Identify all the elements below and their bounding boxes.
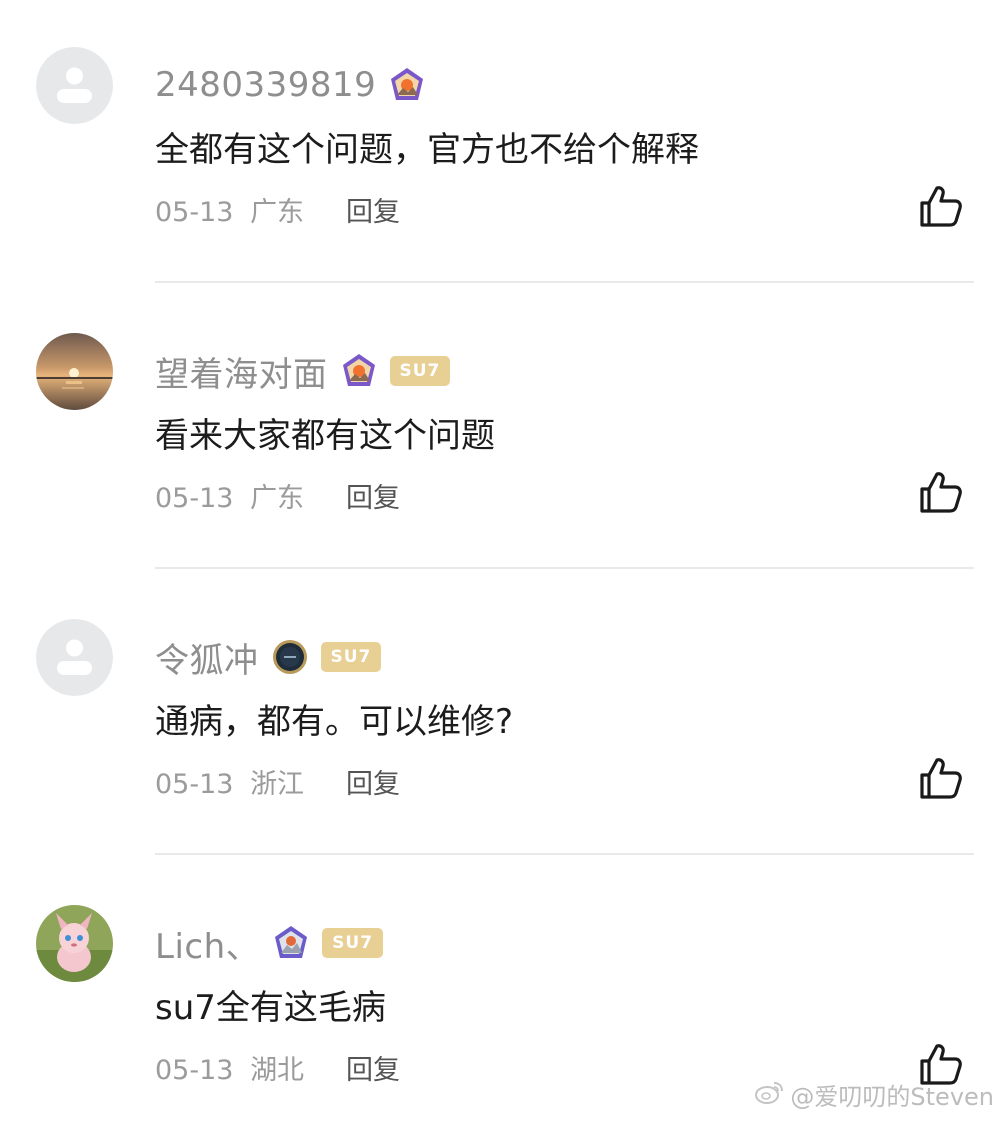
- comment-text: 全都有这个问题，官方也不给个解释: [155, 130, 699, 170]
- reply-button[interactable]: 回复: [346, 190, 400, 229]
- divider: [155, 567, 974, 569]
- su7-tag: SU7: [320, 642, 382, 672]
- comment-text: 看来大家都有这个问题: [155, 416, 495, 456]
- reply-button[interactable]: 回复: [346, 1048, 400, 1087]
- user-row: Lich、 SU7: [155, 919, 384, 968]
- comment-region: 广东: [250, 197, 305, 228]
- medal-icon[interactable]: [271, 638, 309, 676]
- comment-text: 通病，都有。可以维修?: [155, 702, 514, 742]
- reply-button[interactable]: 回复: [346, 762, 400, 801]
- comment-item: 令狐冲 SU7 通病，都有。可以维修? 05-13 浙江 回复: [0, 572, 1004, 858]
- user-row: 令狐冲 SU7: [155, 633, 382, 682]
- medal-icon[interactable]: [340, 352, 378, 390]
- su7-tag: SU7: [322, 928, 384, 958]
- comment-region: 浙江: [250, 769, 305, 800]
- comment-region: 湖北: [250, 1055, 305, 1086]
- comment-meta: 05-13 浙江: [155, 762, 304, 801]
- avatar[interactable]: [36, 619, 113, 696]
- divider: [155, 281, 974, 283]
- username[interactable]: 令狐冲: [155, 633, 259, 682]
- comment-text: su7全有这毛病: [155, 988, 386, 1028]
- comment-meta: 05-13 广东: [155, 476, 304, 515]
- like-thumb-icon[interactable]: [918, 755, 964, 801]
- like-thumb-icon[interactable]: [918, 183, 964, 229]
- username[interactable]: 2480339819: [155, 65, 376, 105]
- username[interactable]: Lich、: [155, 919, 260, 968]
- divider: [155, 853, 974, 855]
- weibo-icon: [754, 1079, 784, 1111]
- su7-tag: SU7: [389, 356, 451, 386]
- comment-date: 05-13: [155, 197, 234, 228]
- comment-meta: 05-13 广东: [155, 190, 304, 229]
- comment-date: 05-13: [155, 769, 234, 800]
- username[interactable]: 望着海对面: [155, 347, 328, 396]
- comment-date: 05-13: [155, 483, 234, 514]
- avatar[interactable]: [36, 905, 113, 982]
- user-row: 望着海对面 SU7: [155, 347, 451, 396]
- comment-item: 望着海对面 SU7 看来大家都有这个问题 05-13 广东 回复: [0, 286, 1004, 572]
- medal-icon[interactable]: [272, 924, 310, 962]
- comment-meta: 05-13 湖北: [155, 1048, 304, 1087]
- avatar[interactable]: [36, 47, 113, 124]
- user-row: 2480339819: [155, 62, 426, 108]
- like-thumb-icon[interactable]: [918, 469, 964, 515]
- avatar[interactable]: [36, 333, 113, 410]
- medal-icon[interactable]: [388, 66, 426, 104]
- comment-region: 广东: [250, 483, 305, 514]
- reply-button[interactable]: 回复: [346, 476, 400, 515]
- watermark-text: @爱叨叨的Steven: [790, 1083, 994, 1111]
- watermark: @爱叨叨的Steven: [754, 1077, 994, 1112]
- comment-item: 2480339819 全都有这个问题，官方也不给个解释 05-13 广东 回复: [0, 0, 1004, 286]
- comment-date: 05-13: [155, 1055, 234, 1086]
